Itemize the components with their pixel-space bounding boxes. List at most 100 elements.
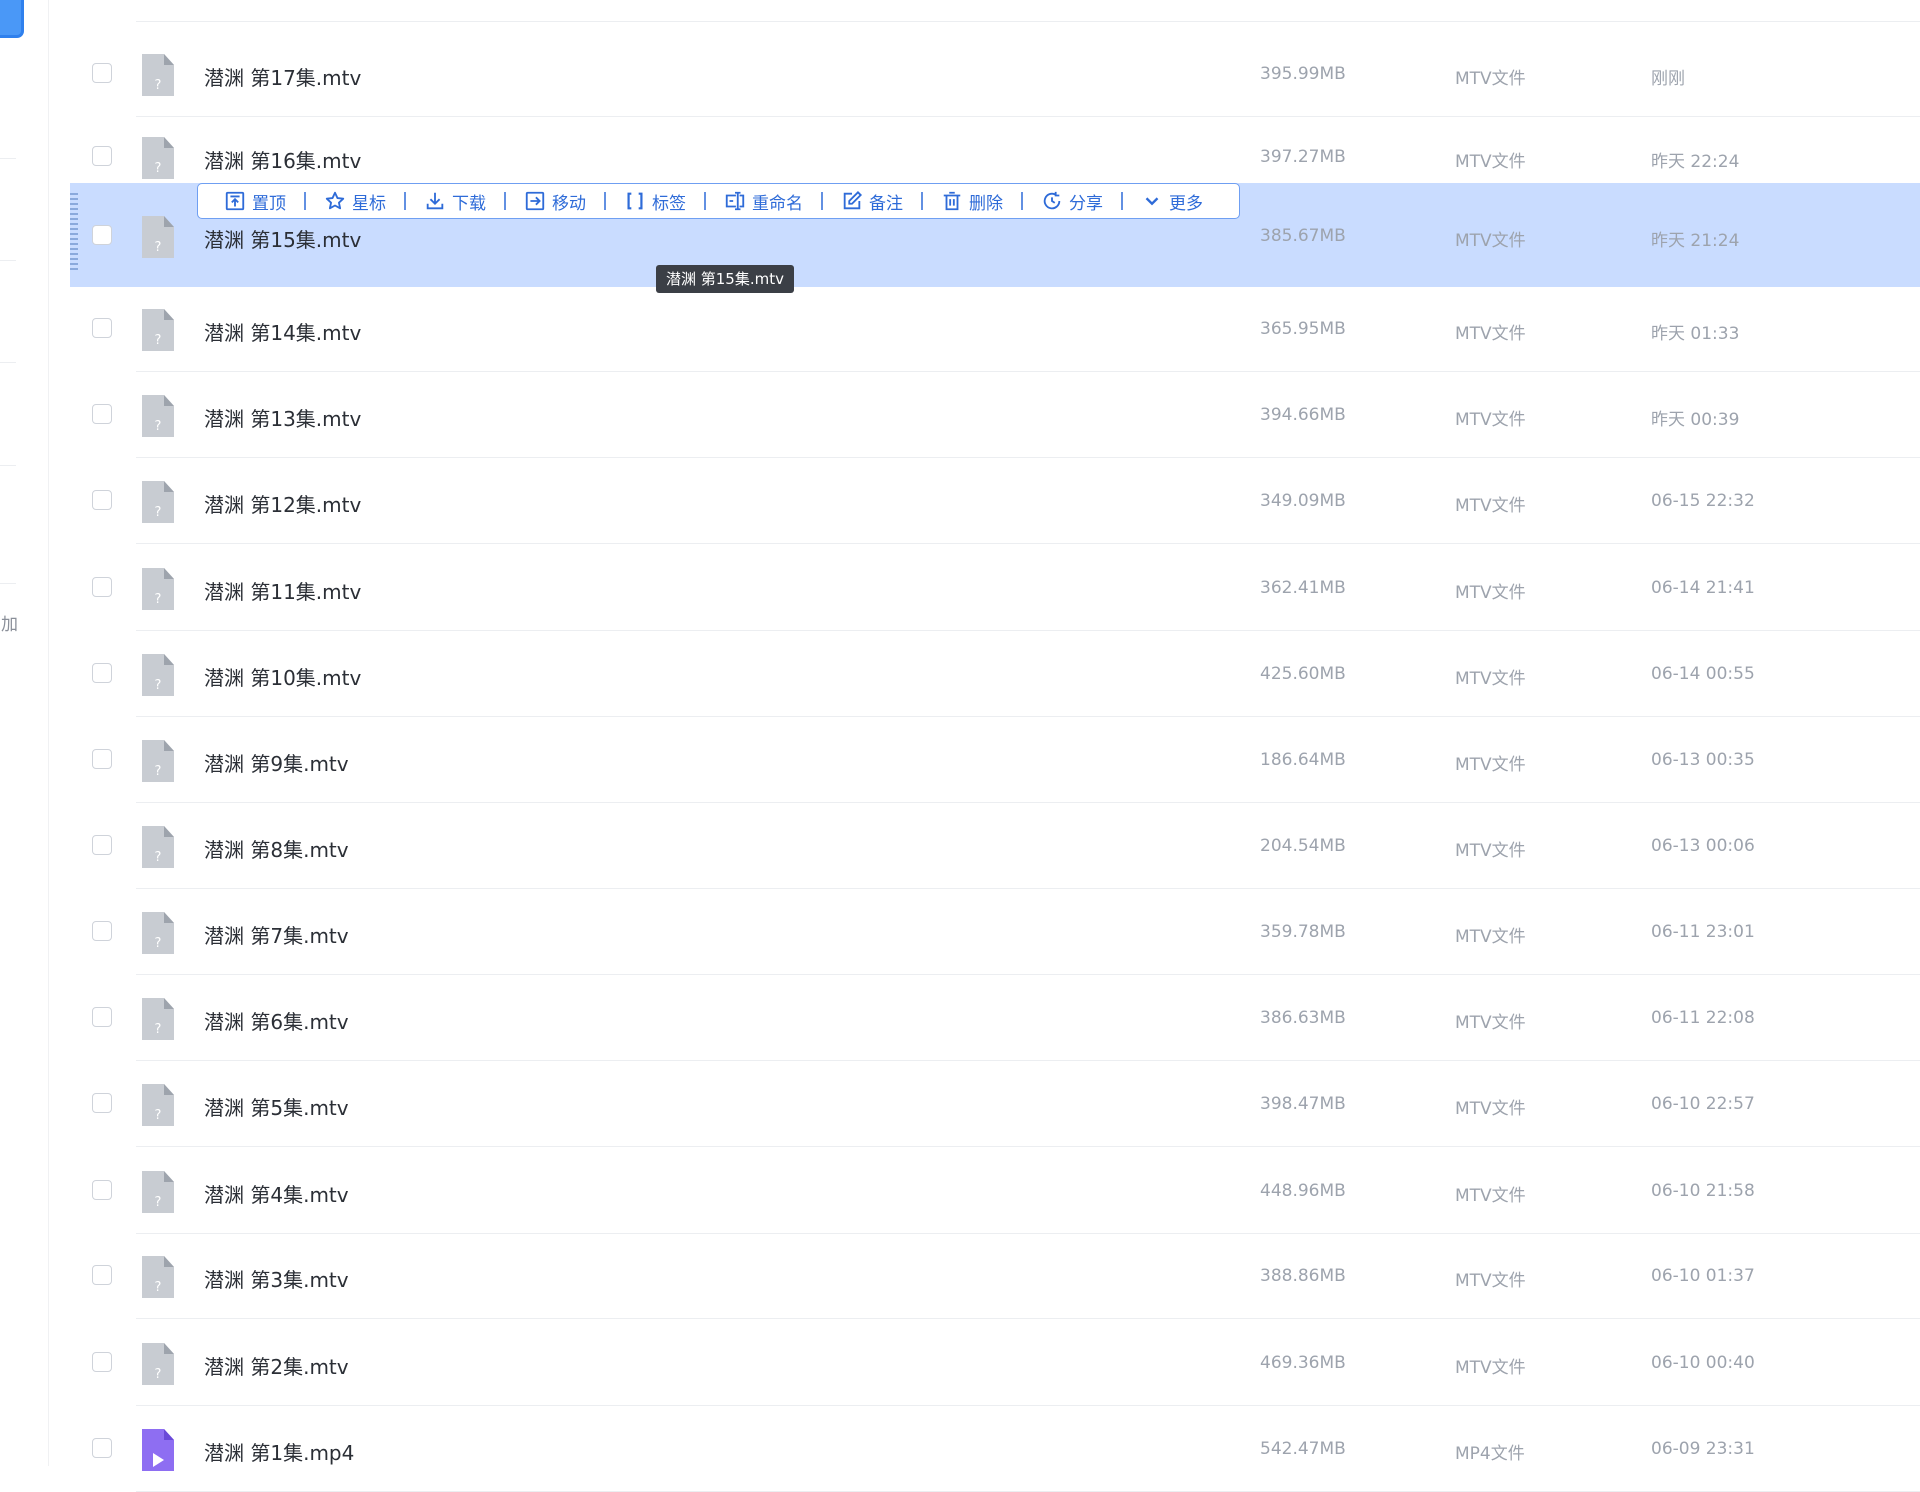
file-modified-time: 06-10 21:58 (1651, 1181, 1755, 1201)
file-type: MTV文件 (1455, 755, 1526, 775)
file-row[interactable]: ? 潜渊 第2集.mtv 469.36MB MTV文件 06-10 00:40 (0, 1320, 1920, 1406)
sidebar-divider (0, 260, 16, 261)
svg-text:?: ? (155, 240, 162, 255)
file-modified-time: 06-11 22:08 (1651, 1008, 1755, 1028)
file-type: MTV文件 (1455, 1358, 1526, 1378)
file-modified-time: 06-14 21:41 (1651, 578, 1755, 598)
file-name[interactable]: 潜渊 第9集.mtv (204, 748, 349, 777)
file-row[interactable]: ? 潜渊 第5集.mtv 398.47MB MTV文件 06-10 22:57 (0, 1061, 1920, 1147)
file-size: 362.41MB (1260, 578, 1346, 598)
file-size: 385.67MB (1260, 226, 1346, 246)
file-row[interactable]: ? 潜渊 第8集.mtv 204.54MB MTV文件 06-13 00:06 (0, 803, 1920, 889)
file-type: MTV文件 (1455, 1186, 1526, 1206)
file-size: 186.64MB (1260, 750, 1346, 770)
download-button[interactable]: 下载 (414, 183, 496, 219)
file-row[interactable]: ? 潜渊 第12集.mtv 349.09MB MTV文件 06-15 22:32 (0, 458, 1920, 544)
file-name[interactable]: 潜渊 第12集.mtv (204, 489, 361, 518)
row-checkbox[interactable] (92, 318, 112, 338)
file-row[interactable]: 潜渊 第1集.mp4 542.47MB MP4文件 06-09 23:31 (0, 1406, 1920, 1492)
svg-text:?: ? (155, 1022, 162, 1037)
file-row[interactable]: ? 潜渊 第14集.mtv 365.95MB MTV文件 昨天 01:33 (0, 286, 1920, 372)
svg-text:?: ? (155, 1367, 162, 1382)
drag-handle[interactable] (70, 193, 78, 271)
file-name[interactable]: 潜渊 第16集.mtv (204, 145, 361, 174)
file-name[interactable]: 潜渊 第11集.mtv (204, 576, 361, 605)
row-checkbox[interactable] (92, 404, 112, 424)
move-button[interactable]: 移动 (514, 183, 596, 219)
row-checkbox[interactable] (92, 490, 112, 510)
file-modified-time: 刚刚 (1651, 69, 1685, 89)
file-row[interactable]: ? 潜渊 第6集.mtv 386.63MB MTV文件 06-11 22:08 (0, 975, 1920, 1061)
row-checkbox[interactable] (92, 835, 112, 855)
rename-button[interactable]: 重命名 (714, 183, 813, 219)
row-checkbox[interactable] (92, 1093, 112, 1113)
file-type: MTV文件 (1455, 410, 1526, 430)
file-name[interactable]: 潜渊 第7集.mtv (204, 920, 349, 949)
row-checkbox[interactable] (92, 63, 112, 83)
file-name[interactable]: 潜渊 第1集.mp4 (204, 1437, 354, 1466)
toolbar-button-label: 星标 (352, 193, 386, 214)
row-divider (136, 1146, 1920, 1147)
file-row[interactable]: ? 潜渊 第7集.mtv 359.78MB MTV文件 06-11 23:01 (0, 889, 1920, 975)
file-name[interactable]: 潜渊 第6集.mtv (204, 1006, 349, 1035)
row-checkbox[interactable] (92, 1438, 112, 1458)
star-button[interactable]: 星标 (314, 183, 396, 219)
unknown-file-icon: ? (140, 652, 176, 698)
file-row[interactable]: ? 潜渊 第11集.mtv 362.41MB MTV文件 06-14 21:41 (0, 545, 1920, 631)
toolbar-separator (604, 192, 606, 210)
file-name[interactable]: 潜渊 第2集.mtv (204, 1351, 349, 1380)
row-checkbox[interactable] (92, 1007, 112, 1027)
file-row[interactable]: ? 潜渊 第10集.mtv 425.60MB MTV文件 06-14 00:55 (0, 631, 1920, 717)
file-name[interactable]: 潜渊 第8集.mtv (204, 834, 349, 863)
row-checkbox[interactable] (92, 577, 112, 597)
toolbar-button-label: 删除 (969, 193, 1003, 214)
share-button[interactable]: 分享 (1031, 183, 1113, 219)
row-checkbox[interactable] (92, 1180, 112, 1200)
unknown-file-icon: ? (140, 1169, 176, 1215)
rename-icon (724, 190, 746, 212)
svg-text:?: ? (155, 1195, 162, 1210)
pin-top-icon (224, 190, 246, 212)
file-name[interactable]: 潜渊 第5集.mtv (204, 1092, 349, 1121)
row-checkbox[interactable] (92, 146, 112, 166)
file-row[interactable]: ? 潜渊 第4集.mtv 448.96MB MTV文件 06-10 21:58 (0, 1148, 1920, 1234)
toolbar-button-label: 重命名 (752, 193, 803, 214)
file-row[interactable]: ? 潜渊 第17集.mtv 395.99MB MTV文件 刚刚 (0, 31, 1920, 117)
svg-text:?: ? (155, 592, 162, 607)
file-type: MTV文件 (1455, 496, 1526, 516)
file-type: MTV文件 (1455, 669, 1526, 689)
row-checkbox[interactable] (92, 663, 112, 683)
file-size: 395.99MB (1260, 64, 1346, 84)
file-name[interactable]: 潜渊 第14集.mtv (204, 317, 361, 346)
row-checkbox[interactable] (92, 1352, 112, 1372)
row-checkbox[interactable] (92, 225, 112, 245)
tag-button[interactable]: 标签 (614, 183, 696, 219)
file-name[interactable]: 潜渊 第15集.mtv (204, 224, 361, 253)
pin-button[interactable]: 置顶 (214, 183, 296, 219)
file-modified-time: 06-13 00:35 (1651, 750, 1755, 770)
row-checkbox[interactable] (92, 1265, 112, 1285)
file-name[interactable]: 潜渊 第3集.mtv (204, 1264, 349, 1293)
more-button[interactable]: 更多 (1131, 183, 1213, 219)
file-modified-time: 06-11 23:01 (1651, 922, 1755, 942)
toolbar-separator (504, 192, 506, 210)
unknown-file-icon: ? (140, 824, 176, 870)
file-row[interactable]: ? 潜渊 第13集.mtv 394.66MB MTV文件 昨天 00:39 (0, 372, 1920, 458)
file-row[interactable]: ? 潜渊 第9集.mtv 186.64MB MTV文件 06-13 00:35 (0, 717, 1920, 803)
unknown-file-icon: ? (140, 307, 176, 353)
row-checkbox[interactable] (92, 921, 112, 941)
row-divider (136, 543, 1920, 544)
file-type: MTV文件 (1455, 841, 1526, 861)
file-name[interactable]: 潜渊 第13集.mtv (204, 403, 361, 432)
toolbar-button-label: 移动 (552, 193, 586, 214)
file-row[interactable]: ? 潜渊 第3集.mtv 388.86MB MTV文件 06-10 01:37 (0, 1233, 1920, 1319)
file-name[interactable]: 潜渊 第4集.mtv (204, 1179, 349, 1208)
row-checkbox[interactable] (92, 749, 112, 769)
toolbar-separator (1021, 192, 1023, 210)
file-name[interactable]: 潜渊 第10集.mtv (204, 662, 361, 691)
file-name[interactable]: 潜渊 第17集.mtv (204, 62, 361, 91)
file-size: 349.09MB (1260, 491, 1346, 511)
svg-text:?: ? (155, 764, 162, 779)
delete-button[interactable]: 删除 (931, 183, 1013, 219)
note-button[interactable]: 备注 (831, 183, 913, 219)
